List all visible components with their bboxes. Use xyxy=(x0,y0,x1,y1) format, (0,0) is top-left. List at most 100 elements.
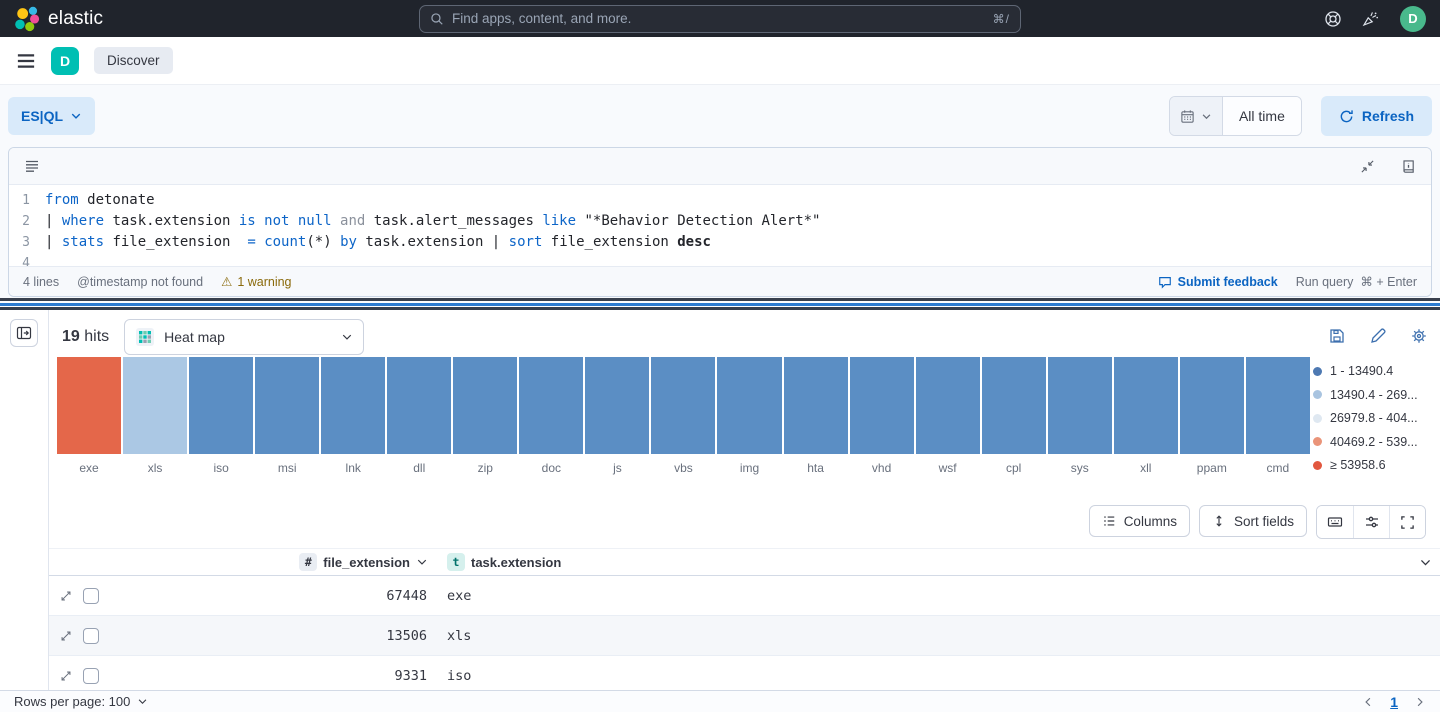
heatmap-cell-msi[interactable] xyxy=(255,357,319,454)
heatmap-cell-doc[interactable] xyxy=(519,357,583,454)
heatmap-category-label: hta xyxy=(784,461,848,475)
editor-lines-menu-button[interactable] xyxy=(24,158,40,174)
hits-label: hits xyxy=(84,328,109,345)
submit-feedback-button[interactable]: Submit feedback xyxy=(1158,275,1278,289)
chevron-down-icon xyxy=(341,331,353,343)
header-row-options-button[interactable] xyxy=(1419,556,1432,569)
heatmap-cell-js[interactable] xyxy=(585,357,649,454)
save-visualization-button[interactable] xyxy=(1329,328,1345,344)
legend-item[interactable]: 1 - 13490.4 xyxy=(1313,364,1437,378)
column-header-file-extension[interactable]: # file_extension xyxy=(110,553,437,571)
heatmap-column: zip xyxy=(453,357,517,475)
expand-row-icon[interactable] xyxy=(59,629,73,643)
space-avatar[interactable]: D xyxy=(51,47,79,75)
main-menu-button[interactable] xyxy=(16,51,36,71)
heatmap-cell-vhd[interactable] xyxy=(850,357,914,454)
global-search-input[interactable] xyxy=(452,11,985,26)
sort-fields-button[interactable]: Sort fields xyxy=(1199,505,1307,537)
legend-item[interactable]: 13490.4 - 269... xyxy=(1313,388,1437,402)
table-row: 67448 exe xyxy=(49,576,1440,616)
date-picker-button[interactable] xyxy=(1170,97,1223,135)
visualization-type-select[interactable]: Heat map xyxy=(124,319,364,355)
book-icon xyxy=(1401,159,1416,174)
rows-per-page-label: Rows per page: 100 xyxy=(14,694,130,709)
heatmap-column: js xyxy=(585,357,649,475)
columns-button[interactable]: Columns xyxy=(1089,505,1190,537)
heatmap-cell-hta[interactable] xyxy=(784,357,848,454)
expand-row-icon[interactable] xyxy=(59,669,73,683)
rows-per-page-button[interactable]: Rows per page: 100 xyxy=(14,694,148,709)
previous-page-button[interactable] xyxy=(1362,696,1374,708)
heatmap-cell-zip[interactable] xyxy=(453,357,517,454)
chevron-left-icon xyxy=(1362,696,1374,708)
brand-name: elastic xyxy=(48,8,103,30)
refresh-button[interactable]: Refresh xyxy=(1321,96,1432,136)
viz-selector-label: Heat map xyxy=(164,329,225,345)
heatmap-cell-cpl[interactable] xyxy=(982,357,1046,454)
panel-resizer[interactable] xyxy=(0,298,1440,310)
row-checkbox[interactable] xyxy=(83,628,99,644)
toggle-sidebar-button[interactable] xyxy=(10,319,38,347)
heatmap-cell-vbs[interactable] xyxy=(651,357,715,454)
heatmap-cell-exe[interactable] xyxy=(57,357,121,454)
time-range-button[interactable]: All time xyxy=(1223,97,1301,135)
heatmap-column: vbs xyxy=(651,357,715,475)
run-query-button[interactable]: Run query ⌘ + Enter xyxy=(1296,274,1417,289)
global-search-box[interactable]: ⌘/ xyxy=(419,5,1021,33)
heatmap-cell-iso[interactable] xyxy=(189,357,253,454)
legend-dot xyxy=(1313,414,1322,423)
display-options-button[interactable] xyxy=(1353,506,1389,538)
legend-item[interactable]: 40469.2 - 539... xyxy=(1313,435,1437,449)
documentation-button[interactable] xyxy=(1401,159,1416,174)
expand-row-icon[interactable] xyxy=(59,589,73,603)
heatmap-cell-sys[interactable] xyxy=(1048,357,1112,454)
whats-new-button[interactable] xyxy=(1362,10,1380,28)
heatmap-cell-ppam[interactable] xyxy=(1180,357,1244,454)
heatmap-category-label: zip xyxy=(453,461,517,475)
collapse-editor-button[interactable] xyxy=(1360,159,1375,174)
edit-visualization-button[interactable] xyxy=(1370,328,1386,344)
row-checkbox[interactable] xyxy=(83,588,99,604)
chevron-down-icon xyxy=(137,696,148,707)
esql-code-input[interactable]: 1from detonate2| where task.extension is… xyxy=(9,185,1431,266)
chevron-down-icon xyxy=(416,556,428,568)
save-icon xyxy=(1329,328,1345,344)
code-line: 4 xyxy=(9,253,1431,266)
row-checkbox[interactable] xyxy=(83,668,99,684)
heatmap-cell-xll[interactable] xyxy=(1114,357,1178,454)
page-number-button[interactable]: 1 xyxy=(1390,694,1398,710)
speech-bubble-icon xyxy=(1158,275,1172,289)
search-icon xyxy=(430,12,444,26)
legend-item[interactable]: ≥ 53958.6 xyxy=(1313,458,1437,472)
tab-discover[interactable]: Discover xyxy=(94,47,173,74)
refresh-label: Refresh xyxy=(1362,108,1414,124)
esql-mode-label: ES|QL xyxy=(21,108,63,124)
help-button[interactable] xyxy=(1324,10,1342,28)
heatmap-cell-img[interactable] xyxy=(717,357,781,454)
line-number: 1 xyxy=(9,190,45,211)
heatmap-cell-lnk[interactable] xyxy=(321,357,385,454)
column-header-task-extension[interactable]: t task.extension xyxy=(437,553,1440,571)
heatmap-category-label: img xyxy=(717,461,781,475)
time-picker: All time xyxy=(1169,96,1302,136)
next-page-button[interactable] xyxy=(1414,696,1426,708)
warning-label: 1 warning xyxy=(237,275,291,289)
keyboard-shortcuts-button[interactable] xyxy=(1317,506,1353,538)
heatmap-column: xll xyxy=(1114,357,1178,475)
user-avatar[interactable]: D xyxy=(1400,6,1426,32)
warning-button[interactable]: ⚠ 1 warning xyxy=(221,274,291,289)
chart-settings-button[interactable] xyxy=(1411,328,1427,344)
heatmap-category-label: exe xyxy=(57,461,121,475)
code-text: | where task.extension is not null and t… xyxy=(45,211,820,232)
esql-editor: 1from detonate2| where task.extension is… xyxy=(8,147,1432,297)
heatmap-cell-wsf[interactable] xyxy=(916,357,980,454)
fullscreen-button[interactable] xyxy=(1389,506,1425,538)
elastic-logo[interactable]: elastic xyxy=(14,6,103,32)
heatmap-column: cpl xyxy=(982,357,1046,475)
heatmap-cell-dll[interactable] xyxy=(387,357,451,454)
heatmap-cell-cmd[interactable] xyxy=(1246,357,1310,454)
heatmap-cell-xls[interactable] xyxy=(123,357,187,454)
esql-mode-button[interactable]: ES|QL xyxy=(8,97,95,135)
legend-item[interactable]: 26979.8 - 404... xyxy=(1313,411,1437,425)
chevron-down-icon xyxy=(1419,556,1432,569)
